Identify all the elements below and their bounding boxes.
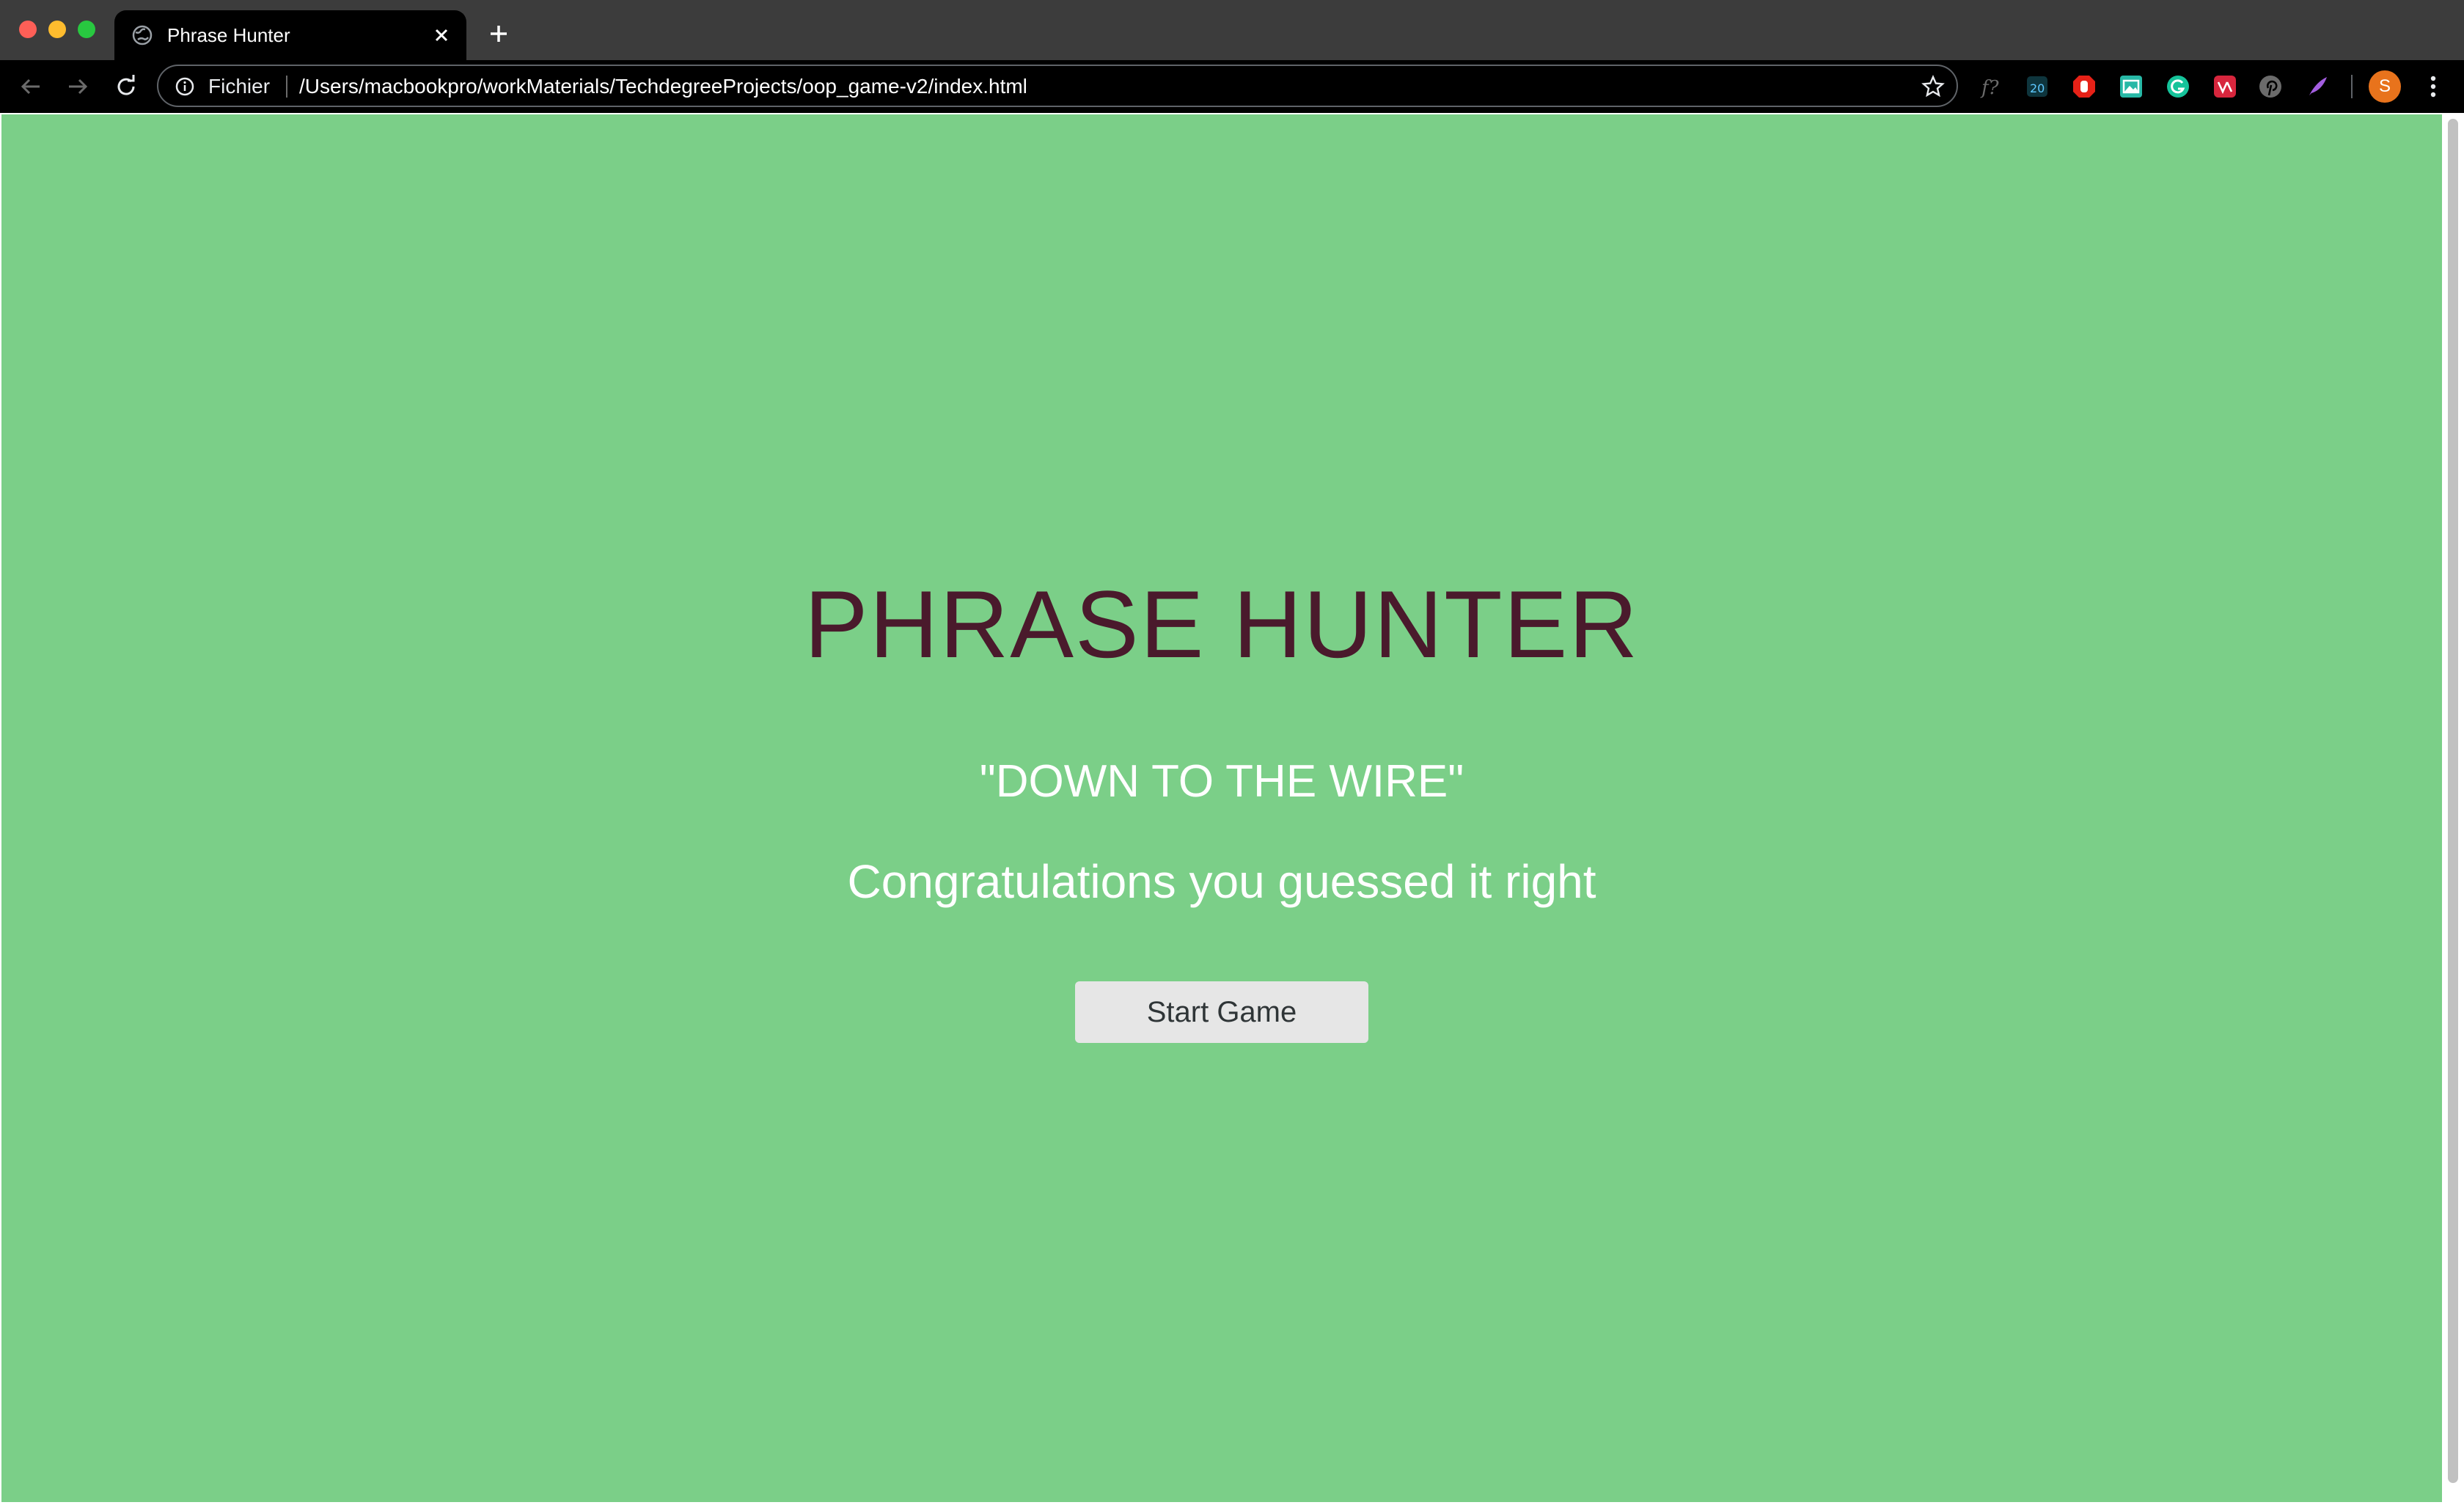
close-icon[interactable] [428, 22, 455, 48]
game-over-message: Congratulations you guessed it right [847, 855, 1596, 908]
reload-icon[interactable] [111, 72, 141, 101]
grammarly-icon[interactable] [2165, 73, 2191, 100]
profile-avatar[interactable]: S [2369, 70, 2401, 103]
pinterest-icon[interactable] [2257, 73, 2284, 100]
browser-toolbar: Fichier /Users/macbookpro/workMaterials/… [0, 60, 2464, 113]
scrollbar-thumb[interactable] [2448, 119, 2458, 1483]
page-viewport: PHRASE HUNTER "DOWN TO THE WIRE" Congrat… [0, 113, 2464, 1505]
minimize-window-button[interactable] [48, 21, 66, 38]
adblock-icon[interactable] [2071, 73, 2097, 100]
more-vertical-icon[interactable] [2420, 72, 2446, 101]
game-title: PHRASE HUNTER [804, 571, 1640, 678]
tab-strip: Phrase Hunter [0, 0, 2464, 60]
svg-text:20: 20 [2030, 81, 2045, 95]
zoom-window-button[interactable] [78, 21, 95, 38]
start-game-button[interactable]: Start Game [1075, 981, 1368, 1043]
game-overlay: PHRASE HUNTER "DOWN TO THE WIRE" Congrat… [1, 114, 2442, 1502]
overlay-content: PHRASE HUNTER "DOWN TO THE WIRE" Congrat… [1, 114, 2442, 1502]
image-extension-icon[interactable] [2118, 73, 2144, 100]
vivaldi-extension-icon[interactable] [2212, 73, 2238, 100]
omnibox-divider [286, 76, 287, 98]
extensions-divider [2351, 75, 2353, 98]
scheme-label: Fichier [208, 75, 271, 98]
url-text[interactable]: /Users/macbookpro/workMaterials/Techdegr… [299, 75, 1027, 98]
close-window-button[interactable] [19, 21, 37, 38]
info-icon[interactable] [175, 76, 195, 97]
back-arrow-icon[interactable] [16, 72, 45, 101]
dashlane-icon[interactable]: 20 [2024, 73, 2050, 100]
svg-text:f?: f? [1980, 77, 2000, 99]
forward-arrow-icon[interactable] [63, 72, 92, 101]
tab-title: Phrase Hunter [167, 24, 290, 46]
tab-phrase-hunter[interactable]: Phrase Hunter [114, 10, 466, 60]
new-tab-icon[interactable] [484, 19, 513, 48]
formula-icon[interactable]: f? [1977, 73, 2003, 100]
globe-icon [132, 25, 153, 45]
revealed-phrase: "DOWN TO THE WIRE" [979, 756, 1464, 807]
quill-icon[interactable] [2304, 73, 2331, 100]
bookmark-star-icon[interactable] [1921, 75, 1945, 98]
address-bar[interactable]: Fichier /Users/macbookpro/workMaterials/… [157, 65, 1958, 107]
